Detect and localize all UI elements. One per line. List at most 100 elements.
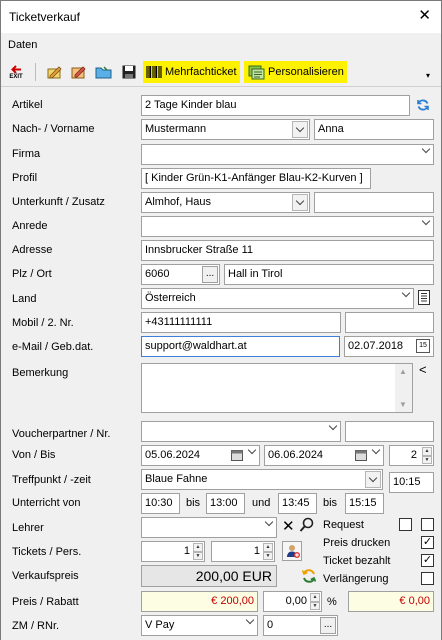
unterricht-bis1-field[interactable]: 13:00 [206,493,245,514]
adresse-label: Adresse [12,244,53,256]
treffpunkt-combo[interactable]: Blaue Fahne [141,469,383,490]
bemerkung-textarea[interactable]: ▲ ▼ [141,363,413,413]
calendar-icon[interactable] [355,449,367,464]
von-date-field[interactable]: 05.06.2024 [141,445,260,466]
verlaengerung-checkbox[interactable] [421,572,434,585]
chevron-down-icon[interactable] [247,446,257,455]
toolbar-overflow-icon[interactable]: ▾ [426,71,430,80]
clear-icon[interactable]: ✕ [282,517,295,535]
bezahlt-checkbox[interactable]: ✓ [421,554,434,567]
profil-field[interactable]: [ Kinder Grün-K1-Anfänger Blau-K2-Kurven… [141,168,371,189]
notes-button[interactable] [69,61,89,83]
chevron-down-icon[interactable] [371,446,381,455]
mobil-field[interactable]: +43111111111 [141,312,341,333]
anrede-combo[interactable] [141,216,434,237]
close-button[interactable]: ✕ [418,8,431,23]
search-icon[interactable] [299,517,315,533]
chevron-down-icon[interactable] [365,471,381,488]
nachname-combo[interactable]: Mustermann [141,119,310,140]
chevron-down-icon[interactable] [421,217,431,226]
toolbar: EXIT Mehrfachticket Personalisieren ▾ [1,57,441,87]
chevron-down-icon[interactable] [292,121,308,138]
mehrfachticket-button[interactable]: Mehrfachticket [143,61,240,83]
email-field[interactable]: support@waldhart.at [141,336,340,357]
person-add-icon [287,545,300,558]
plz-lookup-button[interactable]: ... [202,266,218,283]
tage-spinner[interactable]: ▲ ▼ [422,447,432,464]
plz-field[interactable]: 6060 ... [141,264,220,285]
recalculate-icon[interactable] [301,568,317,584]
refresh-icon[interactable] [416,98,430,112]
rabatt-spinner[interactable]: ▲ ▼ [310,593,320,610]
vouchernr-field[interactable] [345,421,434,442]
ort-field[interactable]: Hall in Tirol [224,264,434,285]
rnr-lookup-button[interactable]: ... [320,617,336,634]
chevron-down-icon[interactable] [421,145,431,154]
chevron-down-icon[interactable] [264,518,274,527]
unterkunft-label: Unterkunft / Zusatz [12,196,105,208]
unterkunft-value: Almhof, Haus [145,196,212,208]
und-label: und [252,497,271,509]
calendar-icon[interactable] [231,449,243,464]
personen-stepper[interactable]: 1 ▲ ▼ [211,541,275,562]
mobil-label: Mobil / 2. Nr. [12,317,74,329]
rnr-field[interactable]: 0 ... [263,615,338,636]
nachname-value: Mustermann [145,123,207,135]
plz-value: 6060 [145,268,170,280]
rabatt-field[interactable]: € 0,00 [348,591,434,612]
rabatt-pct-stepper[interactable]: 0,00 ▲ ▼ [263,591,322,612]
land-value: Österreich [145,292,196,304]
scroll-down-icon[interactable]: ▼ [399,400,407,409]
request-checkbox-2[interactable] [421,518,434,531]
zahlungsmittel-combo[interactable]: V Pay [141,615,258,636]
folder-button[interactable] [94,61,114,83]
scroll-up-icon[interactable]: ▲ [399,367,407,376]
treffzeit-field[interactable]: 10:15 [389,472,434,493]
unterricht-bis2-field[interactable]: 15:15 [345,493,384,514]
unterkunft-combo[interactable]: Almhof, Haus [141,192,310,213]
firma-combo[interactable] [141,144,434,165]
preis-field[interactable]: € 200,00 [141,591,258,612]
chevron-down-icon[interactable] [245,616,255,625]
chevron-down-icon[interactable] [401,289,411,298]
collapse-icon[interactable]: < [419,362,427,377]
preis-label: Preis / Rabatt [12,596,79,608]
unterricht-von1-field[interactable]: 10:30 [141,493,180,514]
tage-stepper[interactable]: 2 ▲ ▼ [389,445,434,466]
exit-button[interactable]: EXIT [6,61,26,83]
calendar-icon[interactable]: 15 [416,339,430,353]
unterricht-von2-field[interactable]: 13:45 [278,493,317,514]
artikel-field[interactable]: 2 Tage Kinder blau [141,95,410,116]
vorname-field[interactable]: Anna [314,119,434,140]
zusatz-field[interactable] [314,192,434,213]
request-checkbox-1[interactable] [399,518,412,531]
zm-value: V Pay [145,619,175,631]
edit-button[interactable] [45,61,65,83]
gebdat-value: 02.07.2018 [348,340,404,352]
add-person-button[interactable] [282,541,302,561]
preisdrucken-checkbox[interactable]: ✓ [421,536,434,549]
folder-icon [95,66,112,79]
save-button[interactable] [119,61,139,83]
menu-bar: Daten [1,34,441,56]
von-value: 05.06.2024 [145,449,201,461]
personalisieren-button[interactable]: Personalisieren [244,61,347,83]
voucher-combo[interactable] [141,421,341,442]
gebdat-field[interactable]: 02.07.2018 15 [344,336,434,357]
personen-spinner[interactable]: ▲ ▼ [263,543,273,560]
list-icon[interactable] [418,290,430,305]
mobil2-field[interactable] [345,312,434,333]
tickets-stepper[interactable]: 1 ▲ ▼ [141,541,205,562]
plz-ort-label: Plz / Ort [12,268,52,280]
rabatt-pct-value: 0,00 [285,595,307,607]
land-combo[interactable]: Österreich [141,288,414,309]
tickets-spinner[interactable]: ▲ ▼ [193,543,203,560]
lehrer-combo[interactable] [141,517,277,538]
chevron-down-icon[interactable] [328,422,338,431]
chevron-down-icon[interactable] [292,194,308,211]
menu-daten[interactable]: Daten [8,39,37,51]
id-card-icon [248,65,265,80]
adresse-field[interactable]: Innsbrucker Straße 11 [141,240,434,261]
bis-date-field[interactable]: 06.06.2024 [264,445,384,466]
bemerkung-scrollbar[interactable]: ▲ ▼ [395,364,412,412]
